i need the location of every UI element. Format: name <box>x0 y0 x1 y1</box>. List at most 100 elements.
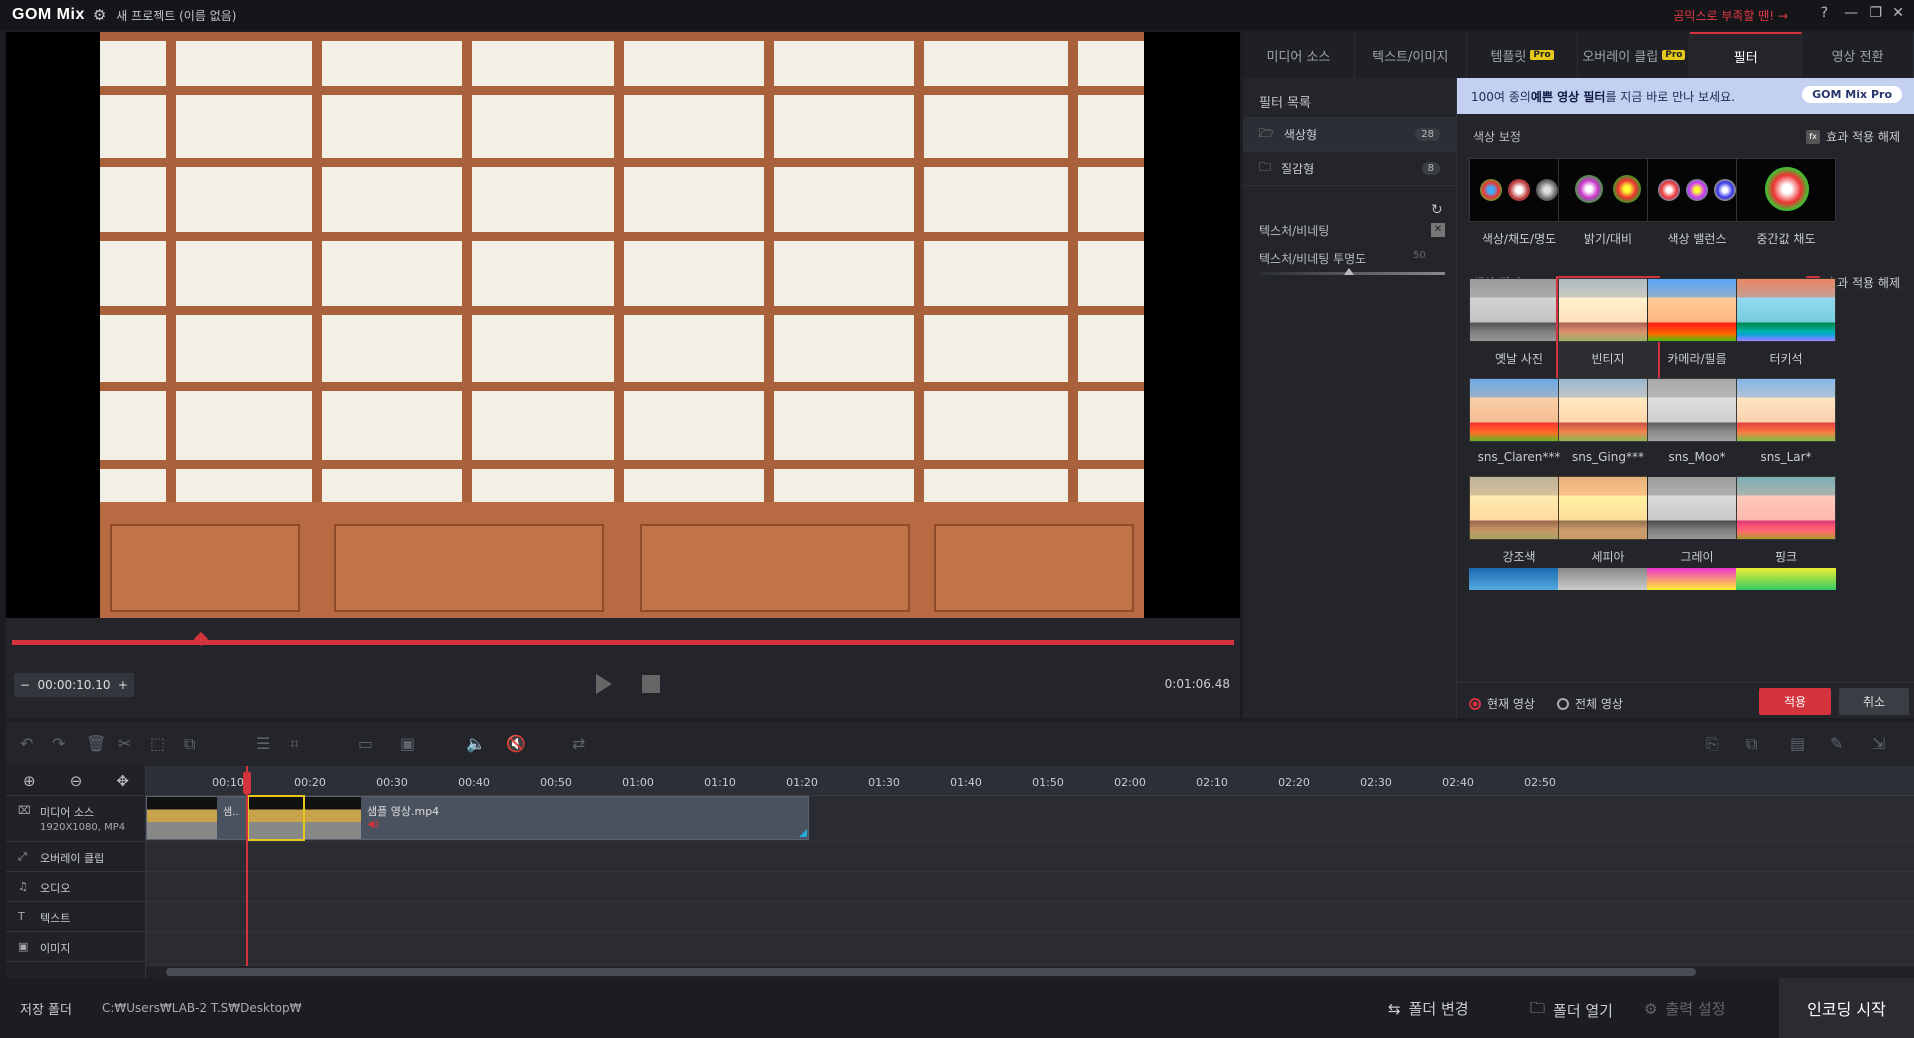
radio-all-videos[interactable]: 전체 영상 <box>1557 695 1623 712</box>
filter-thumb-partial[interactable] <box>1736 568 1836 590</box>
filter-thumb[interactable]: 빈티지 <box>1556 276 1660 380</box>
filter-thumb[interactable]: sns_Moo* <box>1647 378 1747 478</box>
category-color[interactable]: 🗁 색상형 28 <box>1243 118 1456 152</box>
scrollbar-thumb[interactable] <box>166 968 1696 976</box>
lane-text[interactable] <box>146 902 1914 932</box>
undo-icon[interactable]: ↶ <box>20 734 33 753</box>
lane-media[interactable]: 샘.. 샘플 영상.mp4 ◀) <box>146 795 1914 842</box>
plus-icon[interactable]: + <box>118 678 128 692</box>
filter-thumb[interactable]: 강조색 <box>1469 476 1569 576</box>
select-icon[interactable]: ⬚ <box>150 734 165 753</box>
track-text[interactable]: T 텍스트 <box>6 902 146 932</box>
fx-icon: fx <box>1806 129 1821 144</box>
filter-thumb-partial[interactable] <box>1647 568 1747 590</box>
lane-image[interactable] <box>146 932 1914 966</box>
video-preview[interactable] <box>6 32 1240 618</box>
tab-template[interactable]: 템플릿 Pro <box>1467 32 1579 78</box>
filter-thumb[interactable]: sns_Lar* <box>1736 378 1836 478</box>
tab-transition[interactable]: 영상 전환 <box>1802 32 1914 78</box>
cancel-button[interactable]: 취소 <box>1839 688 1909 715</box>
track-image[interactable]: ▣ 이미지 <box>6 932 146 962</box>
promo-link[interactable]: 곰믹스로 부족할 땐! → <box>1673 7 1788 24</box>
save-icon[interactable]: ▤ <box>1790 734 1805 753</box>
radio-current-video[interactable]: 현재 영상 <box>1469 695 1535 712</box>
filter-thumb[interactable]: sns_Ging*** <box>1558 378 1658 478</box>
adjust-icon[interactable]: ☰ <box>256 734 270 753</box>
crop-icon[interactable]: ⌗ <box>290 734 299 754</box>
split-icon[interactable]: ⧉ <box>184 734 195 754</box>
playhead-handle[interactable] <box>243 772 251 794</box>
volume-icon[interactable]: 🔈 <box>466 734 486 753</box>
image-icon[interactable]: ▣ <box>400 734 415 753</box>
save-folder-path: C:₩Users₩LAB-2 T.S₩Desktop₩ <box>101 1001 302 1015</box>
timeline-scrollbar[interactable] <box>146 966 1914 978</box>
promo-banner[interactable]: 100여 종의 예쁜 영상 필터 를 지금 바로 만나 보세요. GOM Mix … <box>1457 78 1914 114</box>
change-folder-button[interactable]: ⇆ 폴더 변경 <box>1388 998 1469 1019</box>
filter-thumb[interactable]: 터키석 <box>1736 278 1836 378</box>
filter-thumb[interactable]: 옛날 사진 <box>1469 278 1569 378</box>
filter-thumb[interactable]: 그레이 <box>1647 476 1747 576</box>
opacity-slider-handle[interactable] <box>1344 268 1354 275</box>
stop-button[interactable] <box>642 675 660 693</box>
filter-label: sns_Lar* <box>1760 450 1812 464</box>
color-correction-reset[interactable]: fx 효과 적용 해제 <box>1806 128 1900 145</box>
restore-button[interactable]: ❐ <box>1869 5 1882 21</box>
filter-thumb-partial[interactable] <box>1469 568 1569 590</box>
track-audio[interactable]: ♫ 오디오 <box>6 872 146 902</box>
texture-checkbox[interactable]: ✕ <box>1431 223 1445 237</box>
minus-icon[interactable]: − <box>20 678 30 692</box>
tab-overlay-clip[interactable]: 오버레이 클립 Pro <box>1578 32 1691 78</box>
filter-thumb[interactable]: 카메라/필름 <box>1647 278 1747 378</box>
filter-color-balance[interactable]: 색상 밸런스 <box>1647 158 1747 258</box>
delete-icon[interactable]: 🗑 <box>86 734 106 753</box>
refresh-icon[interactable]: ↻ <box>1431 202 1443 218</box>
minimize-button[interactable]: — <box>1844 5 1858 21</box>
filter-preview <box>1736 378 1836 442</box>
filter-thumb[interactable]: sns_Claren*** <box>1469 378 1569 478</box>
open-folder-button[interactable]: 🗀 폴더 열기 <box>1530 998 1613 1023</box>
filter-thumb-partial[interactable] <box>1558 568 1658 590</box>
text-icon: T <box>18 910 25 923</box>
lane-overlay[interactable] <box>146 842 1914 872</box>
tab-filter[interactable]: 필터 <box>1690 32 1803 78</box>
zoom-in-icon[interactable]: ⊕ <box>23 772 36 790</box>
time-ruler[interactable]: 00:10 00:20 00:30 00:40 00:50 01:00 01:10 01:20… <box>146 766 1914 796</box>
copy-icon[interactable]: ⧉ <box>1746 734 1757 754</box>
share-icon[interactable]: ⇲ <box>1872 734 1885 753</box>
playhead[interactable] <box>246 766 248 966</box>
edit-icon[interactable]: ✎ <box>1830 734 1843 753</box>
filter-median-saturation[interactable]: 중간값 채도 <box>1736 158 1836 258</box>
clip-end-marker[interactable] <box>799 829 807 837</box>
cut-icon[interactable]: ✂ <box>118 734 131 753</box>
category-texture[interactable]: 🗀 질감형 8 <box>1243 152 1456 186</box>
help-button[interactable]: ? <box>1821 5 1828 21</box>
ruler-tick: 00:10 <box>212 776 244 789</box>
filter-preview <box>1647 378 1747 442</box>
redo-icon[interactable]: ↷ <box>52 734 65 753</box>
zoom-out-icon[interactable]: ⊖ <box>70 772 83 790</box>
output-settings-button[interactable]: ⚙ 출력 설정 <box>1644 998 1725 1019</box>
mute-icon[interactable]: 🔇 <box>506 734 526 753</box>
time-stepper[interactable]: − 00:00:10.10 + <box>14 673 134 697</box>
lane-audio[interactable] <box>146 872 1914 902</box>
gear-icon[interactable]: ⚙ <box>93 6 106 24</box>
fit-icon[interactable]: ✥ <box>116 772 129 790</box>
tab-text-image[interactable]: 텍스트/이미지 <box>1355 32 1467 78</box>
apply-button[interactable]: 적용 <box>1759 688 1831 715</box>
close-button[interactable]: ✕ <box>1892 5 1904 21</box>
footer-bar: 저장 폴더 C:₩Users₩LAB-2 T.S₩Desktop₩ ⇆ 폴더 변경… <box>0 978 1914 1038</box>
pro-badge: Pro <box>1662 50 1686 60</box>
encode-start-button[interactable]: 인코딩 시작 <box>1779 978 1914 1038</box>
loop-icon[interactable]: ⇄ <box>572 734 585 753</box>
filter-thumb[interactable]: 세피아 <box>1558 476 1658 576</box>
image-insert-icon[interactable]: ▭ <box>358 734 373 753</box>
track-overlay-clip[interactable]: ⤢ 오버레이 클립 <box>6 842 146 872</box>
image-icon: ▣ <box>18 940 29 953</box>
filter-brightness-contrast[interactable]: 밝기/대비 <box>1558 158 1658 258</box>
filter-thumb[interactable]: 핑크 <box>1736 476 1836 576</box>
export-icon[interactable]: ⎘ <box>1706 734 1719 754</box>
filter-hue-saturation[interactable]: 색상/채도/명도 <box>1469 158 1569 258</box>
tab-media-source[interactable]: 미디어 소스 <box>1243 32 1355 78</box>
play-button[interactable] <box>596 674 612 694</box>
track-media-source[interactable]: ⌧ 미디어 소스 1920X1080, MP4 <box>6 796 146 842</box>
